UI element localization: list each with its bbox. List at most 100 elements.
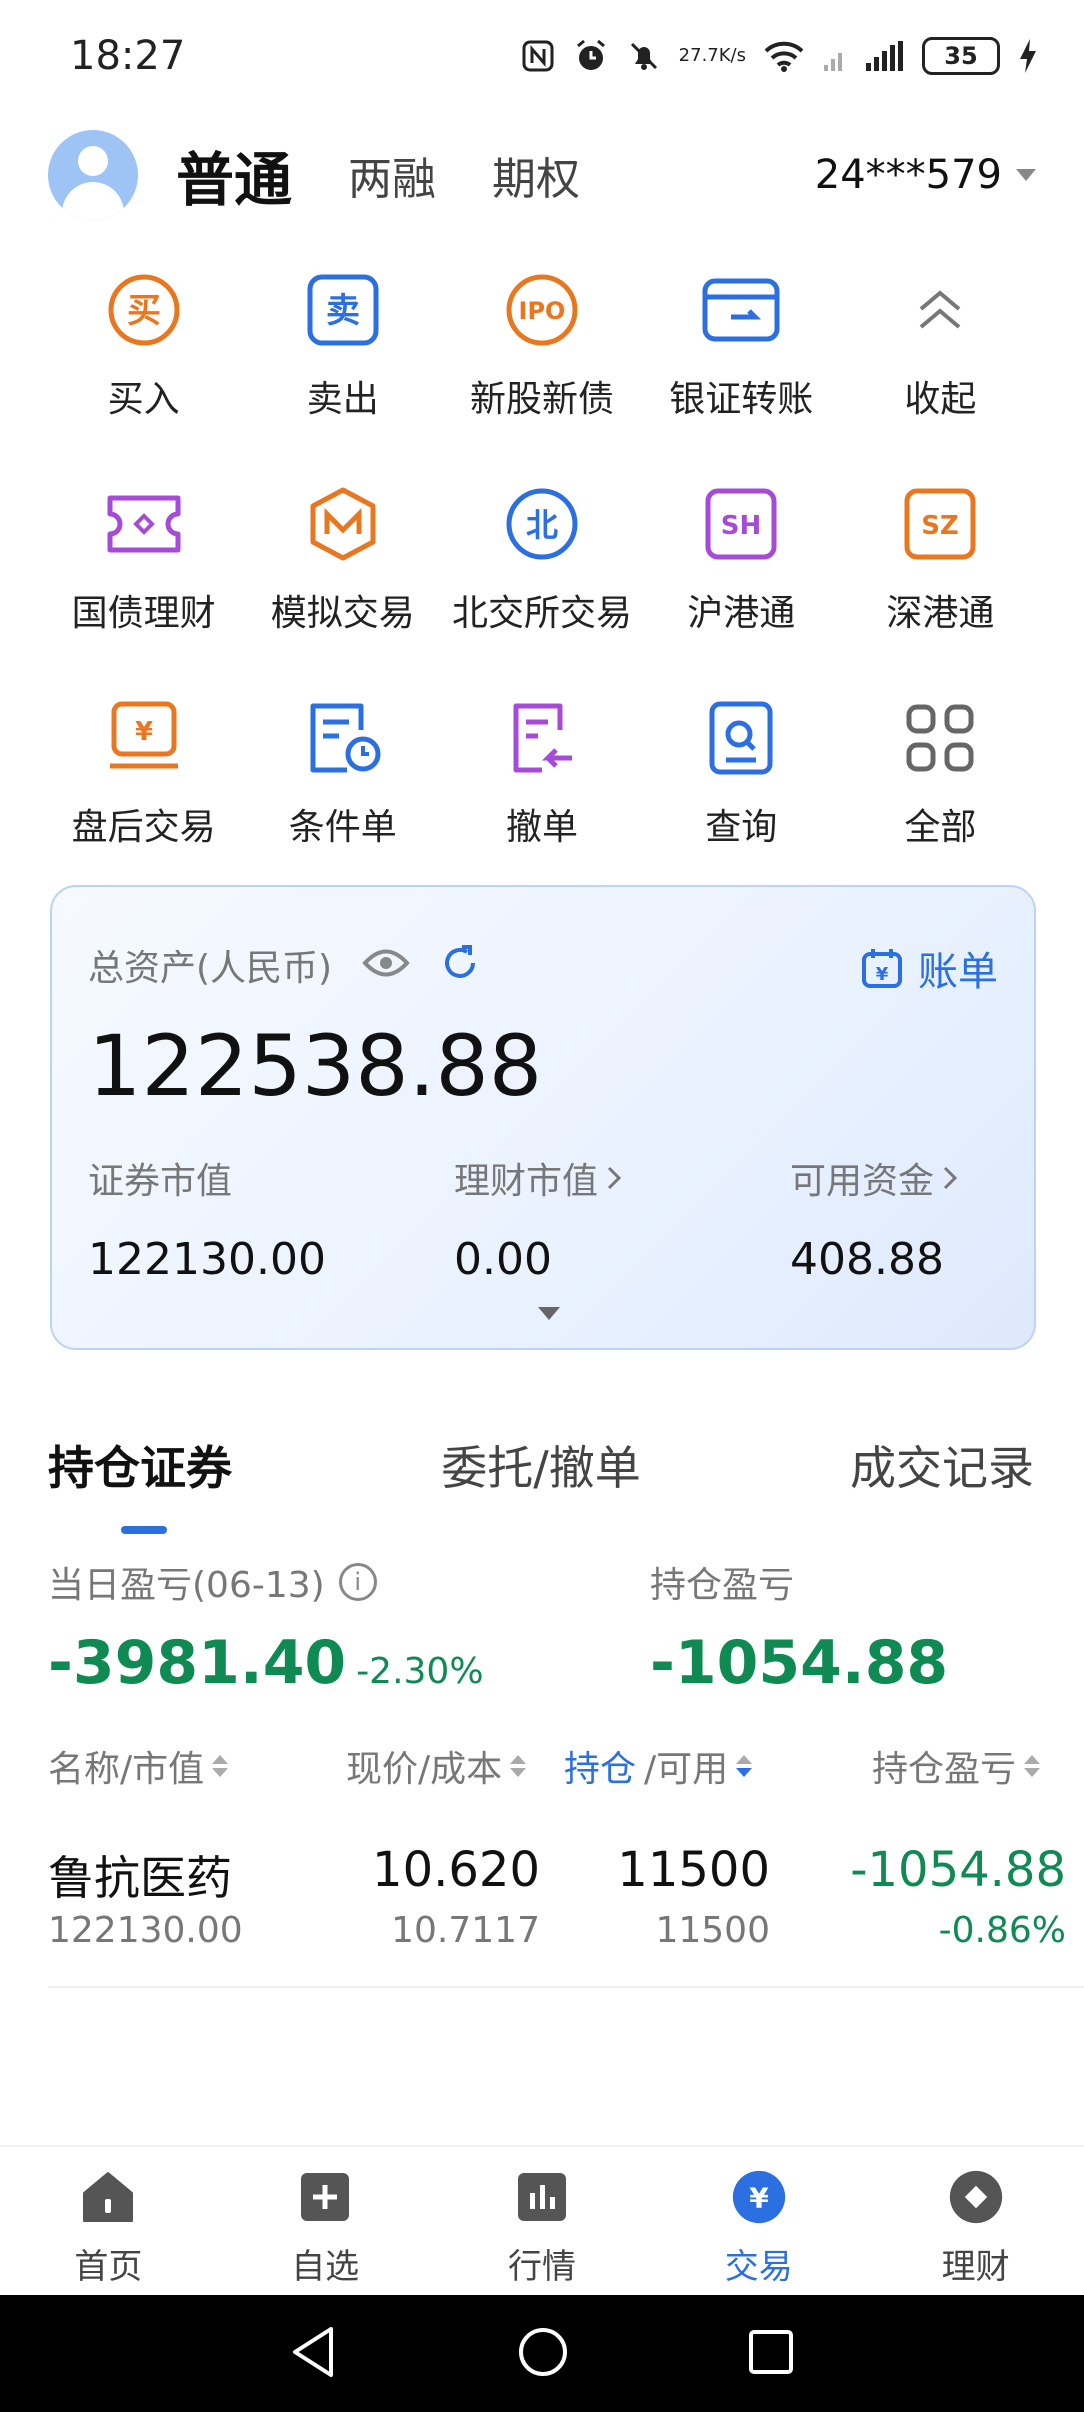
stock-name: 鲁抗医药 <box>48 1851 232 1905</box>
info-icon[interactable]: i <box>338 1563 377 1601</box>
bar-chart-icon <box>514 2169 570 2225</box>
avatar[interactable] <box>48 130 138 220</box>
mute-bell-icon <box>627 39 661 73</box>
function-bse[interactable]: 北 北交所交易 <box>442 484 641 636</box>
all-grid-icon <box>900 698 980 778</box>
stock-position: 11500 <box>617 1842 770 1898</box>
function-sz-hk[interactable]: SZ 深港通 <box>841 484 1040 636</box>
calendar-icon: ¥ <box>862 949 902 988</box>
function-query[interactable]: 查询 <box>642 698 841 850</box>
function-label: 全部 <box>904 807 977 848</box>
sell-icon: 卖 <box>303 270 383 350</box>
tab-normal[interactable]: 普通 <box>176 133 292 217</box>
svg-text:SZ: SZ <box>922 511 960 541</box>
cash-value-block[interactable]: 可用资金 408.88 <box>790 1152 960 1285</box>
function-simulate[interactable]: 模拟交易 <box>243 484 442 636</box>
daily-pnl-percent: -2.30% <box>356 1651 484 1692</box>
nav-trade[interactable]: ¥ 交易 <box>650 2147 867 2295</box>
col-header-name[interactable]: 名称/市值 <box>48 1740 229 1792</box>
account-type-header: 普通 两融 期权 24***579 <box>0 120 1084 230</box>
daily-pnl-value-row: -3981.40 -2.30% <box>48 1628 484 1698</box>
tab-trades[interactable]: 成交记录 <box>850 1432 1034 1498</box>
diamond-icon <box>948 2169 1004 2225</box>
home-circle-icon[interactable] <box>517 2326 569 2382</box>
daily-pnl-label-row: 当日盈亏(06-13) i <box>48 1556 377 1608</box>
status-bar: 18:27 27.7 K/s 35 <box>0 0 1084 112</box>
function-after-hours[interactable]: ¥ 盘后交易 <box>44 698 243 850</box>
function-collapse[interactable]: 收起 <box>841 270 1040 422</box>
function-cancel-order[interactable]: 撤单 <box>442 698 641 850</box>
refresh-icon[interactable] <box>440 943 480 987</box>
svg-text:SH: SH <box>721 511 762 541</box>
function-ipo[interactable]: IPO 新股新债 <box>442 270 641 422</box>
total-assets-value: 122538.88 <box>88 1017 543 1115</box>
function-label: 北交所交易 <box>451 593 632 634</box>
svg-text:¥: ¥ <box>749 2181 769 2214</box>
function-label: 收起 <box>904 379 977 420</box>
tab-margin[interactable]: 两融 <box>348 143 436 207</box>
tab-options[interactable]: 期权 <box>492 143 580 207</box>
col-header-position[interactable]: 持仓/可用 <box>564 1740 753 1792</box>
tab-positions[interactable]: 持仓证券 <box>48 1432 232 1534</box>
network-speed: 27.7 K/s <box>678 45 746 66</box>
col-header-price[interactable]: 现价/成本 <box>346 1740 527 1792</box>
charging-icon <box>1018 39 1038 73</box>
function-label: 撤单 <box>505 807 578 848</box>
expand-caret-icon[interactable] <box>538 1307 560 1320</box>
bank-card-icon <box>701 270 781 350</box>
assets-title: 总资产(人民币) <box>88 948 333 989</box>
cash-label: 可用资金 <box>790 1161 935 1202</box>
chevron-up-icon <box>900 270 980 350</box>
simulate-icon <box>303 484 383 564</box>
status-time: 18:27 <box>70 33 186 79</box>
query-icon <box>701 698 781 778</box>
stock-available: 11500 <box>655 1910 770 1951</box>
account-number: 24***579 <box>814 152 1002 198</box>
svg-text:买: 买 <box>127 291 161 331</box>
function-buy[interactable]: 买 买入 <box>44 270 243 422</box>
bill-button[interactable]: ¥ 账单 <box>860 939 998 997</box>
wealth-value-block[interactable]: 理财市值 0.00 <box>454 1152 624 1285</box>
function-treasury[interactable]: 国债理财 <box>44 484 243 636</box>
sort-icon <box>1024 1755 1041 1777</box>
function-label: 新股新债 <box>469 379 614 420</box>
function-label: 深港通 <box>886 593 995 634</box>
function-condition-order[interactable]: 条件单 <box>243 698 442 850</box>
after-hours-icon: ¥ <box>104 698 184 778</box>
svg-text:IPO: IPO <box>519 297 566 325</box>
col-header-pnl[interactable]: 持仓盈亏 <box>872 1740 1041 1792</box>
holding-tabs: 持仓证券 委托/撤单 成交记录 <box>48 1432 1034 1534</box>
function-label: 条件单 <box>288 807 397 848</box>
row-divider <box>48 1986 1084 1988</box>
wifi-icon <box>764 40 804 72</box>
condition-order-icon <box>303 698 383 778</box>
wealth-value: 0.00 <box>454 1234 552 1285</box>
nav-market[interactable]: 行情 <box>434 2147 651 2295</box>
stock-cost: 10.7117 <box>391 1910 540 1951</box>
eye-icon[interactable] <box>362 946 410 984</box>
securities-value: 122130.00 <box>88 1234 326 1285</box>
cancel-order-icon <box>502 698 582 778</box>
function-label: 国债理财 <box>71 593 216 634</box>
tab-orders[interactable]: 委托/撤单 <box>441 1432 641 1498</box>
svg-text:¥: ¥ <box>135 717 153 747</box>
recents-icon[interactable] <box>747 2328 795 2380</box>
function-all[interactable]: 全部 <box>841 698 1040 850</box>
position-pnl-label: 持仓盈亏 <box>650 1565 795 1606</box>
stock-pnl: -1054.88 <box>850 1842 1066 1898</box>
signal-icon-2 <box>864 41 904 71</box>
back-icon[interactable] <box>289 2325 339 2383</box>
function-label: 卖出 <box>306 379 379 420</box>
function-sh-hk[interactable]: SH 沪港通 <box>642 484 841 636</box>
account-selector[interactable]: 24***579 <box>815 152 1036 198</box>
nav-wealth[interactable]: 理财 <box>867 2147 1084 2295</box>
wealth-label: 理财市值 <box>454 1161 599 1202</box>
svg-text:¥: ¥ <box>876 964 889 985</box>
nav-home[interactable]: 首页 <box>0 2147 217 2295</box>
nav-watchlist[interactable]: 自选 <box>217 2147 434 2295</box>
battery-icon: 35 <box>922 37 1000 75</box>
daily-pnl-label: 当日盈亏(06-13) <box>48 1565 325 1606</box>
function-bank-transfer[interactable]: 银证转账 <box>642 270 841 422</box>
chevron-right-icon <box>607 1166 622 1190</box>
function-sell[interactable]: 卖 卖出 <box>243 270 442 422</box>
